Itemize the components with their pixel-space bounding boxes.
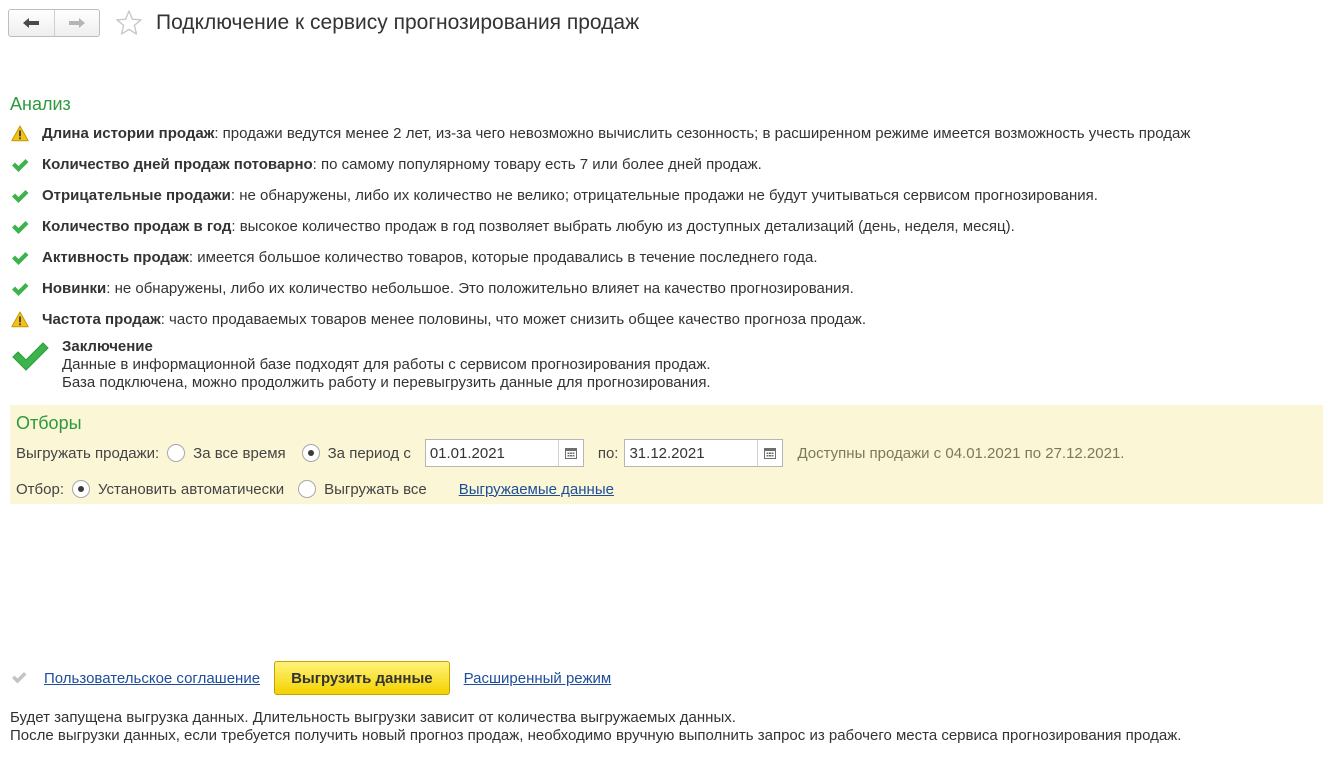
- export-info-text: Будет запущена выгрузка данных. Длительн…: [10, 709, 1181, 745]
- forward-button[interactable]: [53, 10, 100, 36]
- favorite-star-button[interactable]: [114, 8, 144, 38]
- arrow-right-icon: [68, 18, 85, 28]
- check-icon: [10, 155, 30, 175]
- check-description: : имеется большое количество товаров, ко…: [188, 249, 818, 266]
- check-name: Активность продаж: [42, 249, 189, 266]
- filters-section-title: Отборы: [16, 413, 82, 433]
- calendar-icon: [564, 448, 577, 459]
- check-description: : по самому популярному товару есть 7 ил…: [312, 156, 762, 173]
- radio-export-all[interactable]: [298, 480, 317, 498]
- analysis-check-list: Длина истории продаж: продажи ведутся ме…: [10, 118, 1323, 335]
- warning-icon: [10, 310, 30, 330]
- radio-period-label[interactable]: За период с: [328, 445, 411, 462]
- radio-period[interactable]: [301, 444, 320, 462]
- radio-auto[interactable]: [71, 480, 90, 498]
- calendar-icon: [764, 448, 777, 459]
- arrow-left-icon: [23, 18, 40, 28]
- page-title: Подключение к сервису прогнозирования пр…: [156, 11, 640, 34]
- conclusion-title: Заключение: [62, 338, 153, 355]
- header: Подключение к сервису прогнозирования пр…: [8, 8, 639, 38]
- date-to-input[interactable]: [625, 440, 758, 466]
- export-info-line-2: После выгрузки данных, если требуется по…: [10, 727, 1182, 744]
- navigation-buttons: [8, 9, 100, 37]
- exported-data-link[interactable]: Выгружаемые данные: [459, 481, 614, 498]
- check-icon: [10, 279, 30, 299]
- date-to-field: [624, 439, 784, 467]
- back-button[interactable]: [9, 10, 54, 36]
- conclusion-line-1: Данные в информационной базе подходят дл…: [62, 356, 711, 373]
- date-from-calendar-button[interactable]: [557, 440, 583, 466]
- export-info-line-1: Будет запущена выгрузка данных. Длительн…: [10, 709, 736, 726]
- agreement-checkbox[interactable]: [10, 669, 28, 687]
- check-icon: [10, 217, 30, 237]
- check-description: : не обнаружены, либо их количество небо…: [106, 280, 854, 297]
- user-agreement-link[interactable]: Пользовательское соглашение: [44, 670, 260, 687]
- check-name: Количество продаж в год: [42, 218, 232, 235]
- form-window: Подключение к сервису прогнозирования пр…: [0, 0, 1323, 760]
- analysis-check-row: Количество дней продаж потоварно: по сам…: [10, 149, 1323, 180]
- check-name: Частота продаж: [42, 311, 161, 328]
- star-icon: [116, 10, 142, 35]
- analysis-section-title: Анализ: [10, 94, 71, 114]
- conclusion-line-2: База подключена, можно продолжить работу…: [62, 374, 711, 391]
- radio-all-time-label[interactable]: За все время: [193, 445, 285, 462]
- check-description: : часто продаваемых товаров менее полови…: [160, 311, 866, 328]
- analysis-check-row: Частота продаж: часто продаваемых товаро…: [10, 304, 1323, 335]
- radio-all-time[interactable]: [167, 444, 186, 462]
- selection-label: Отбор:: [16, 480, 64, 498]
- analysis-check-row: Количество продаж в год: высокое количес…: [10, 211, 1323, 242]
- export-data-button[interactable]: Выгрузить данные: [274, 661, 450, 695]
- big-check-icon: [10, 338, 50, 378]
- filters-panel: Отборы Выгружать продажи: За все время З…: [10, 405, 1323, 504]
- check-name: Количество дней продаж потоварно: [42, 156, 313, 173]
- check-icon: [10, 186, 30, 206]
- analysis-check-row: Длина истории продаж: продажи ведутся ме…: [10, 118, 1323, 149]
- check-description: : продажи ведутся менее 2 лет, из-за чег…: [214, 125, 1191, 142]
- date-to-label: по:: [597, 444, 619, 462]
- export-period-row: Выгружать продажи: За все время За перио…: [16, 439, 1124, 467]
- warning-icon: [10, 124, 30, 144]
- export-sales-label: Выгружать продажи:: [16, 444, 160, 462]
- analysis-check-row: Активность продаж: имеется большое колич…: [10, 242, 1323, 273]
- check-name: Новинки: [42, 280, 107, 297]
- conclusion-text: Заключение Данные в информационной базе …: [62, 338, 711, 392]
- conclusion: Заключение Данные в информационной базе …: [10, 338, 711, 392]
- check-icon: [10, 248, 30, 268]
- radio-auto-label[interactable]: Установить автоматически: [98, 481, 284, 498]
- checkmark-icon: [12, 672, 27, 684]
- analysis-check-row: Отрицательные продажи: не обнаружены, ли…: [10, 180, 1323, 211]
- check-description: : высокое количество продаж в год позвол…: [231, 218, 1015, 235]
- check-name: Отрицательные продажи: [42, 187, 231, 204]
- available-sales-note: Доступны продажи с 04.01.2021 по 27.12.2…: [797, 444, 1125, 462]
- check-description: : не обнаружены, либо их количество не в…: [230, 187, 1098, 204]
- radio-export-all-label[interactable]: Выгружать все: [324, 481, 427, 498]
- check-name: Длина истории продаж: [42, 125, 215, 142]
- date-from-field: [424, 439, 584, 467]
- selection-row: Отбор: Установить автоматически Выгружат…: [16, 477, 614, 501]
- bottom-command-bar: Пользовательское соглашение Выгрузить да…: [10, 661, 611, 695]
- analysis-check-row: Новинки: не обнаружены, либо их количест…: [10, 273, 1323, 304]
- advanced-mode-link[interactable]: Расширенный режим: [464, 670, 612, 687]
- date-from-input[interactable]: [425, 440, 558, 466]
- date-to-calendar-button[interactable]: [757, 440, 782, 466]
